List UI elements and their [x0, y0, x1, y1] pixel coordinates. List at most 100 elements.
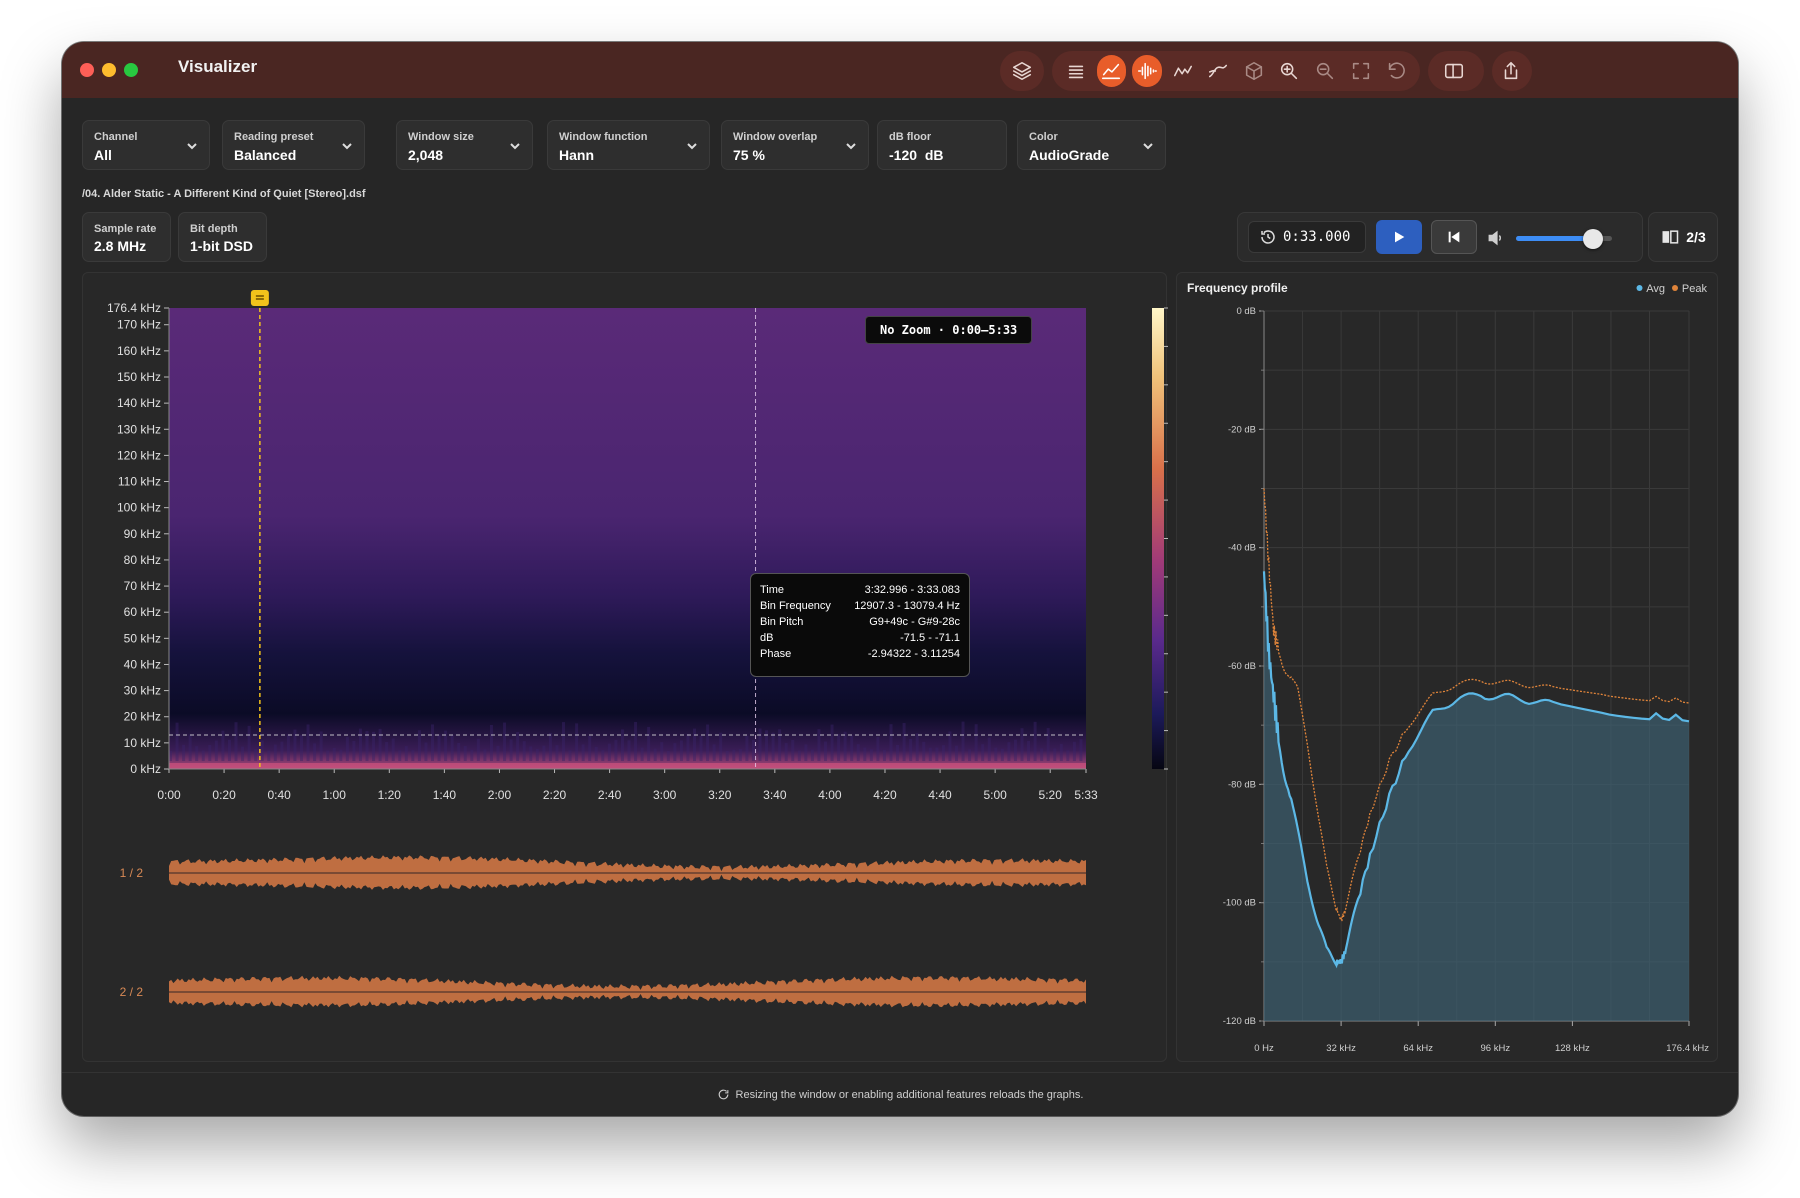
window-title: Visualizer: [178, 57, 258, 76]
spectrogram-texture: [1033, 721, 1037, 761]
spectrogram-texture: [751, 739, 755, 761]
frequency-profile-chart[interactable]: Frequency profile Peak Avg 0 dB -20 dB -40 dB…: [1177, 273, 1719, 1063]
spectrogram-texture: [889, 724, 893, 761]
spectrogram-texture: [876, 737, 880, 761]
spectrogram-texture: [463, 746, 467, 761]
spectrogram-texture: [529, 746, 533, 761]
chevron-down-icon: [685, 139, 699, 153]
time-tick-label: 4:20: [873, 788, 897, 802]
waveform-channel-label: 1 / 2: [120, 866, 144, 880]
spectrogram-texture: [843, 731, 847, 761]
share-icon[interactable]: [1494, 55, 1528, 87]
window-overlap-select[interactable]: Window overlap 75 %: [721, 120, 869, 170]
freq-tick-label: 150 kHz: [117, 370, 161, 384]
spectrum-icon[interactable]: [1096, 55, 1127, 87]
close-window-button[interactable]: [80, 63, 94, 77]
spectrogram-texture: [457, 742, 461, 761]
spectrogram-texture: [470, 749, 474, 761]
spectrogram-texture: [725, 750, 729, 761]
history-icon: [1261, 230, 1275, 244]
tooltip-row: Time 3:32.996 - 3:33.083: [760, 584, 960, 600]
list-icon[interactable]: [1061, 55, 1091, 87]
x-tick-label: 96 kHz: [1481, 1043, 1511, 1054]
spectrogram-texture: [647, 726, 651, 761]
window-size-select[interactable]: Window size 2,048: [396, 120, 533, 170]
time-tick-label: 5:33: [1074, 788, 1098, 802]
db-floor-unit: dB: [924, 147, 944, 163]
cube-icon[interactable]: [1239, 55, 1269, 87]
spectrogram-texture: [804, 744, 808, 761]
spectrogram-texture: [830, 724, 834, 761]
spectrogram-texture: [273, 744, 277, 761]
channel-select[interactable]: Channel All: [82, 120, 210, 170]
spectrogram-texture: [424, 742, 428, 761]
spectrogram-texture: [614, 740, 618, 761]
db-floor-number[interactable]: -120: [889, 147, 917, 163]
spectrogram-texture: [935, 747, 939, 761]
spectrogram-texture: [902, 723, 906, 761]
spectrogram-texture: [378, 728, 382, 761]
time-display[interactable]: 0:33.000: [1248, 221, 1366, 253]
curves-icon[interactable]: [1203, 55, 1233, 87]
time-tick-label: 5:20: [1039, 788, 1063, 802]
transport-bar: 0:33.000: [1237, 212, 1643, 262]
spectrogram-texture: [313, 743, 317, 761]
spectrogram-texture: [581, 744, 585, 761]
zoom-out-icon[interactable]: [1310, 55, 1340, 87]
x-tick-label: 64 kHz: [1403, 1043, 1433, 1054]
tooltip-value: -71.5 - -71.1: [900, 632, 960, 644]
layers-menu[interactable]: [1000, 51, 1044, 91]
volume-slider[interactable]: [1516, 229, 1612, 249]
spectrogram-texture: [188, 734, 192, 761]
play-button[interactable]: [1376, 220, 1422, 254]
spectrogram-texture: [175, 722, 179, 761]
reset-icon[interactable]: [1381, 55, 1411, 87]
fullscreen-icon[interactable]: [1346, 55, 1376, 87]
x-tick-label: 32 kHz: [1326, 1043, 1356, 1054]
zoom-window-button[interactable]: [124, 63, 138, 77]
spectrogram-texture: [922, 741, 926, 761]
spectrogram-texture: [489, 724, 493, 761]
volume-knob[interactable]: [1582, 229, 1603, 249]
spectrogram-texture: [896, 744, 900, 761]
spectrogram-texture: [345, 737, 349, 761]
waveform-icon[interactable]: [1132, 55, 1162, 87]
tooltip-row: Phase -2.94322 - 3.11254: [760, 648, 960, 664]
share-button[interactable]: [1492, 51, 1532, 91]
spectrogram-texture: [1079, 739, 1083, 761]
color-select[interactable]: Color AudioGrade: [1017, 120, 1166, 170]
legend-label: Avg: [1646, 283, 1665, 295]
tooltip-value: G9+49c - G#9-28c: [869, 616, 960, 628]
page-indicator[interactable]: 2/3: [1648, 212, 1718, 262]
speaker-icon[interactable]: [1486, 228, 1506, 248]
playhead-handle[interactable]: [250, 290, 269, 306]
zoom-in-icon[interactable]: [1275, 55, 1305, 87]
freq-tick-label: 70 kHz: [124, 579, 161, 593]
reading-preset-label: Reading preset: [234, 131, 314, 143]
chevron-down-icon: [185, 139, 199, 153]
window-overlap-value: 75 %: [733, 147, 765, 163]
color-label: Color: [1029, 131, 1058, 143]
spectrogram-texture: [319, 731, 323, 761]
spectrogram-svg[interactable]: 176.4 kHz 170 kHz 160 kHz 150 kHz 140 kHz 130…: [83, 273, 1168, 1063]
sidebar-menu[interactable]: [1428, 51, 1484, 91]
db-floor-field[interactable]: dB floor -120 dB: [877, 120, 1007, 170]
spectrogram-texture: [548, 732, 552, 761]
rewind-button[interactable]: [1431, 220, 1477, 254]
avg-area: [1264, 571, 1689, 1021]
color-value: AudioGrade: [1029, 147, 1110, 163]
window-function-select[interactable]: Window function Hann: [547, 120, 710, 170]
layers-icon[interactable]: [1004, 55, 1040, 87]
spectrogram-texture: [286, 734, 290, 761]
tooltip-key: Phase: [760, 648, 792, 660]
spectrogram-texture: [182, 744, 186, 761]
reading-preset-select[interactable]: Reading preset Balanced: [222, 120, 365, 170]
peaks-icon[interactable]: [1168, 55, 1198, 87]
spectrogram-texture: [411, 750, 415, 761]
tooltip-row: Bin Pitch G9+49c - G#9-28c: [760, 616, 960, 632]
spectrogram-texture: [850, 735, 854, 761]
y-tick-label: -40 dB: [1228, 543, 1256, 554]
spectrogram-texture: [797, 750, 801, 761]
minimize-window-button[interactable]: [102, 63, 116, 77]
sidebar-icon[interactable]: [1432, 55, 1476, 87]
